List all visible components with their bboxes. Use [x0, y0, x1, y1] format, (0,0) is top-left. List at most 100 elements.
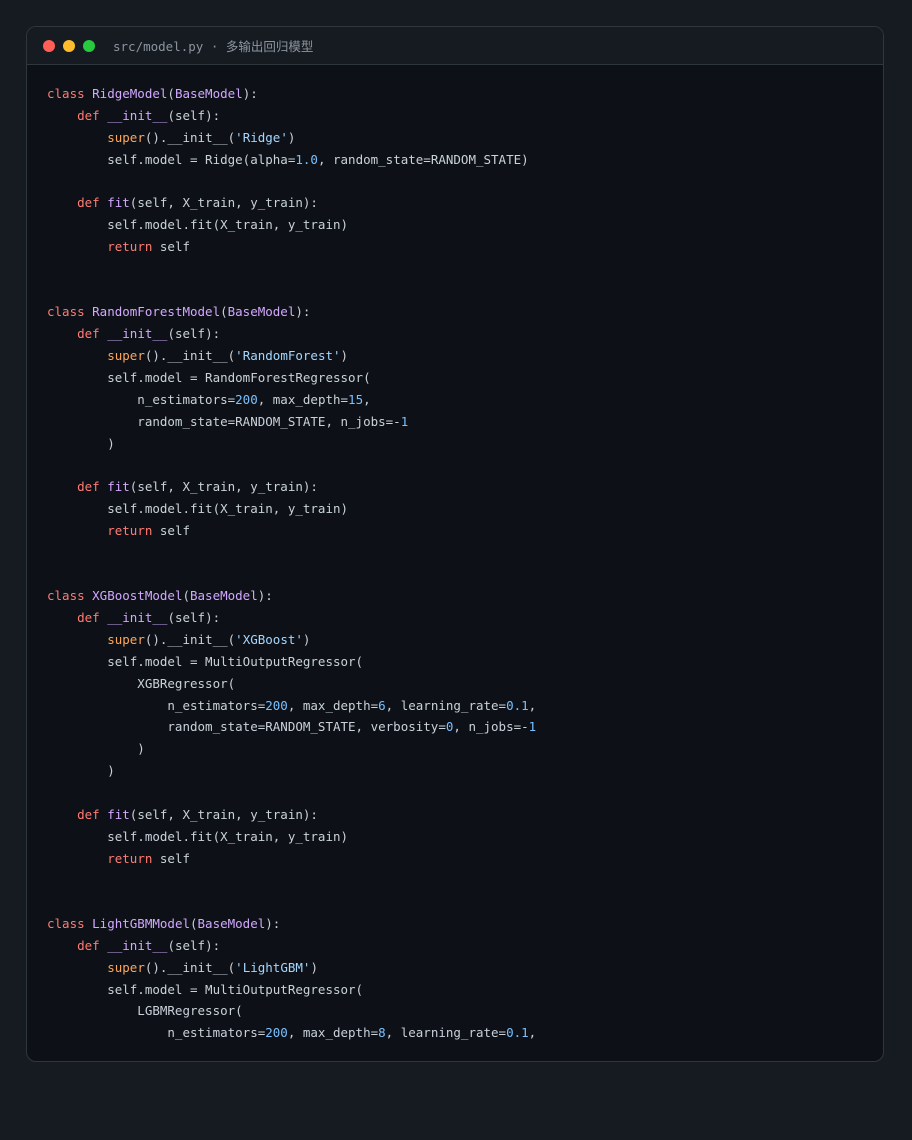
code-token: ) — [287, 129, 296, 145]
code-token: __init__ — [107, 326, 168, 342]
code-token: 1.0 — [295, 151, 318, 167]
code-line: random_state=RANDOM_STATE, n_jobs=-1 — [47, 411, 873, 433]
code-token: ): — [257, 588, 273, 604]
code-token: ): — [242, 86, 258, 101]
code-line: class RandomForestModel(BaseModel): — [47, 301, 873, 323]
code-token: class — [47, 588, 93, 604]
code-token: 0.1 — [506, 697, 529, 713]
code-token: ( — [220, 304, 228, 320]
code-token: , max_depth= — [287, 697, 379, 713]
code-line: class XGBoostModel(BaseModel): — [47, 585, 873, 607]
code-token: (self): — [167, 610, 221, 626]
code-token: self.model = Ridge(alpha= — [47, 151, 296, 167]
code-token: (self, X_train, y_train): — [129, 195, 318, 211]
code-line: n_estimators=200, max_depth=15, — [47, 389, 873, 411]
code-line: ) — [47, 738, 873, 760]
close-window-dot-icon[interactable] — [43, 39, 55, 52]
code-token: return — [107, 850, 160, 866]
code-token: self — [159, 238, 191, 254]
code-token: BaseModel — [197, 916, 266, 932]
code-token: 'Ridge' — [235, 129, 288, 145]
code-line: return self — [47, 236, 873, 258]
code-token: ) — [310, 959, 318, 975]
code-token: __init__ — [107, 937, 168, 953]
code-line: super().__init__('XGBoost') — [47, 629, 873, 651]
code-token: return — [107, 238, 160, 254]
code-line: def __init__(self): — [47, 323, 873, 345]
code-token: ) — [47, 741, 145, 757]
code-token: def — [77, 610, 108, 626]
code-token: 15 — [348, 391, 364, 407]
code-token: ): — [265, 916, 281, 932]
code-token: (self, X_train, y_train): — [129, 479, 318, 495]
maximize-window-dot-icon[interactable] — [83, 39, 95, 52]
code-token: BaseModel — [227, 304, 296, 320]
code-token: def — [77, 937, 108, 953]
code-token: 'XGBoost' — [235, 632, 303, 648]
code-line: self.model.fit(X_train, y_train) — [47, 826, 873, 848]
code-token: XGBoostModel — [92, 588, 183, 604]
code-line: return self — [47, 520, 873, 542]
code-token: , — [363, 391, 371, 407]
code-token: super — [107, 129, 145, 145]
code-token: class — [47, 304, 93, 320]
code-token: ().__init__( — [144, 348, 236, 364]
code-token: 8 — [378, 1025, 386, 1041]
code-token: __init__ — [107, 107, 168, 123]
code-token: self.model.fit(X_train, y_train) — [47, 828, 349, 844]
code-token: self.model.fit(X_train, y_train) — [47, 217, 349, 233]
code-line: self.model = Ridge(alpha=1.0, random_sta… — [47, 149, 873, 171]
code-line: def __init__(self): — [47, 607, 873, 629]
code-token: self.model.fit(X_train, y_train) — [47, 501, 349, 517]
code-token: 1 — [400, 413, 409, 429]
code-token: (self): — [167, 937, 221, 953]
code-token: fit — [107, 479, 130, 495]
code-token: class — [47, 86, 93, 101]
code-token: ().__init__( — [144, 129, 236, 145]
code-token: def — [77, 107, 108, 123]
code-line: ) — [47, 433, 873, 455]
code-token: , n_jobs=- — [453, 719, 529, 735]
code-token: , learning_rate= — [385, 1025, 507, 1041]
code-token: super — [107, 348, 145, 364]
code-token: BaseModel — [190, 588, 258, 604]
code-window: src/model.py · 多输出回归模型 class RidgeModel (… — [26, 26, 884, 1062]
code-token: def — [77, 806, 108, 822]
code-token: self — [159, 850, 191, 866]
code-line: def fit(self, X_train, y_train): — [47, 476, 873, 498]
code-token: RidgeModel — [92, 86, 168, 101]
code-token: 'LightGBM' — [235, 959, 311, 975]
code-token: n_estimators= — [47, 391, 236, 407]
code-token: (self): — [167, 107, 221, 123]
code-token: fit — [107, 806, 130, 822]
code-line: super().__init__('RandomForest') — [47, 345, 873, 367]
code-line: self.model = MultiOutputRegressor( — [47, 979, 873, 1001]
code-editor[interactable]: class RidgeModel(BaseModel): def __init_… — [47, 83, 873, 1044]
code-token: random_state=RANDOM_STATE, n_jobs=- — [47, 413, 401, 429]
window-title: src/model.py · 多输出回归模型 — [113, 39, 314, 54]
code-token: RandomForestModel — [92, 304, 221, 320]
code-line: class LightGBMModel(BaseModel): — [47, 913, 873, 935]
code-token: ( — [182, 588, 190, 604]
code-line: return self — [47, 848, 873, 870]
code-line: super().__init__('LightGBM') — [47, 957, 873, 979]
code-token: self.model = MultiOutputRegressor( — [47, 653, 364, 669]
minimize-window-dot-icon[interactable] — [63, 39, 75, 52]
code-token: def — [77, 195, 108, 211]
code-token: , learning_rate= — [385, 697, 507, 713]
code-line: def fit(self, X_train, y_train): — [47, 804, 873, 826]
code-token: super — [107, 632, 145, 648]
